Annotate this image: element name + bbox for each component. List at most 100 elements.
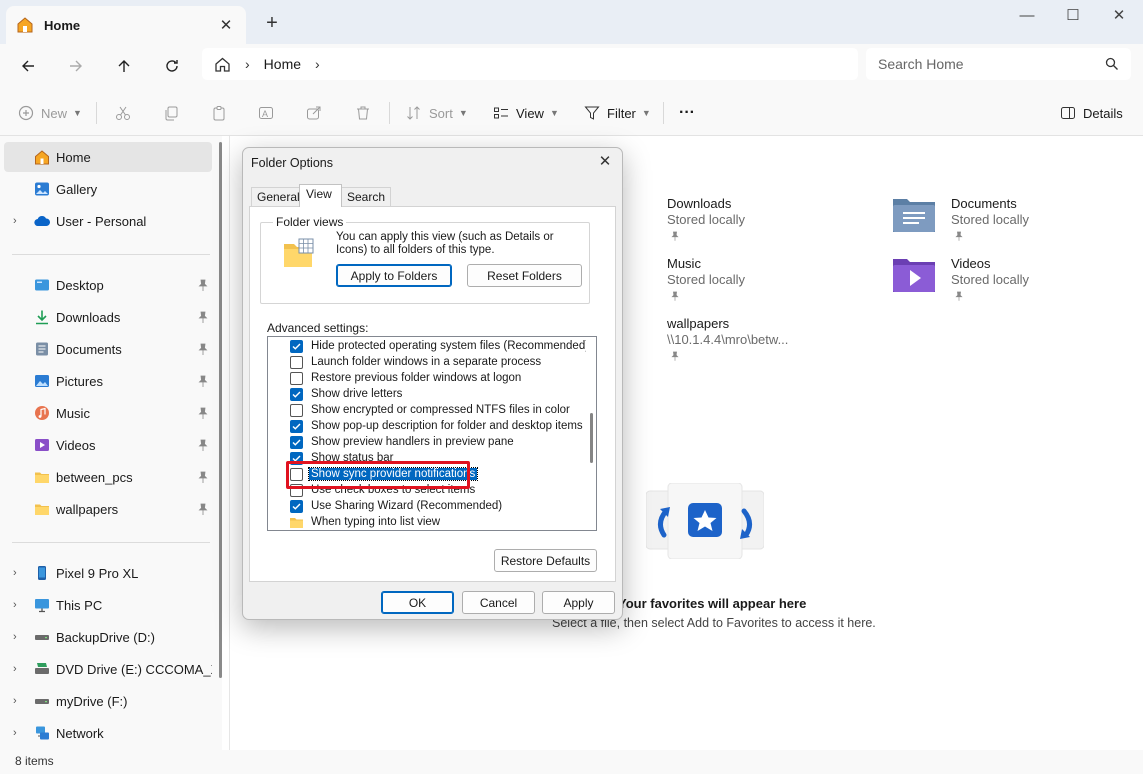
breadcrumb-separator[interactable]: › bbox=[315, 56, 320, 72]
option-use-sharing-wizard[interactable]: Use Sharing Wizard (Recommended) bbox=[290, 498, 504, 514]
maximize-button[interactable]: ☐ bbox=[1050, 6, 1096, 28]
sidebar-item-home[interactable]: Home bbox=[4, 142, 212, 172]
list-scrollbar[interactable] bbox=[586, 337, 597, 530]
sidebar-item-desktop[interactable]: Desktop bbox=[4, 270, 212, 300]
search-input[interactable] bbox=[878, 56, 1105, 72]
tab-general[interactable]: General bbox=[251, 187, 306, 206]
pin-icon[interactable] bbox=[671, 351, 679, 361]
sidebar-item-documents[interactable]: Documents bbox=[4, 334, 212, 364]
pin-icon[interactable] bbox=[198, 439, 208, 451]
pin-icon[interactable] bbox=[198, 311, 208, 323]
checkbox-checked[interactable] bbox=[290, 340, 303, 353]
delete-button[interactable] bbox=[355, 100, 378, 126]
chevron-right-icon[interactable]: › bbox=[13, 215, 17, 227]
up-button[interactable] bbox=[108, 52, 140, 80]
option-hide-protected-files[interactable]: Hide protected operating system files (R… bbox=[290, 338, 591, 354]
checkbox-unchecked[interactable] bbox=[290, 404, 303, 417]
refresh-button[interactable] bbox=[156, 52, 188, 80]
new-button[interactable]: New▼ bbox=[18, 100, 82, 126]
tab-search[interactable]: Search bbox=[341, 187, 391, 206]
view-button[interactable]: View▼ bbox=[493, 100, 559, 126]
details-button[interactable]: Details bbox=[1060, 100, 1123, 126]
checkbox-unchecked[interactable] bbox=[290, 372, 303, 385]
chevron-right-icon[interactable]: › bbox=[13, 695, 17, 707]
scrollbar-thumb[interactable] bbox=[590, 413, 593, 463]
option-show-popup-description[interactable]: Show pop-up description for folder and d… bbox=[290, 418, 585, 434]
sidebar-item-mydrive[interactable]: › myDrive (F:) bbox=[4, 686, 212, 716]
pin-icon[interactable] bbox=[198, 279, 208, 291]
address-bar[interactable]: › Home › bbox=[202, 48, 858, 80]
sidebar-item-downloads[interactable]: Downloads bbox=[4, 302, 212, 332]
sidebar-item-pictures[interactable]: Pictures bbox=[4, 366, 212, 396]
tab-close-icon[interactable]: ✕ bbox=[216, 16, 236, 34]
dialog-close-icon[interactable]: ✕ bbox=[596, 153, 614, 171]
pin-icon[interactable] bbox=[198, 471, 208, 483]
pin-icon[interactable] bbox=[198, 407, 208, 419]
apply-to-folders-button[interactable]: Apply to Folders bbox=[336, 264, 452, 287]
pin-icon[interactable] bbox=[198, 503, 208, 515]
option-when-typing-list-view[interactable]: When typing into list view bbox=[290, 514, 442, 530]
cancel-button[interactable]: Cancel bbox=[462, 591, 535, 614]
drive-icon bbox=[34, 693, 50, 709]
pin-icon[interactable] bbox=[955, 291, 963, 301]
breadcrumb-home[interactable]: Home bbox=[264, 56, 301, 72]
checkbox-checked[interactable] bbox=[290, 500, 303, 513]
pin-icon[interactable] bbox=[198, 375, 208, 387]
pin-icon[interactable] bbox=[198, 343, 208, 355]
tab-view[interactable]: View bbox=[299, 184, 342, 207]
copy-button[interactable] bbox=[163, 100, 186, 126]
option-show-encrypted-color[interactable]: Show encrypted or compressed NTFS files … bbox=[290, 402, 572, 418]
apply-button[interactable]: Apply bbox=[542, 591, 615, 614]
advanced-settings-list[interactable]: Hide protected operating system files (R… bbox=[267, 336, 597, 531]
share-button[interactable] bbox=[306, 100, 329, 126]
rename-button[interactable]: A bbox=[258, 100, 281, 126]
sidebar-item-music[interactable]: Music bbox=[4, 398, 212, 428]
chevron-right-icon[interactable]: › bbox=[13, 727, 17, 739]
sidebar-item-onedrive[interactable]: › User - Personal bbox=[4, 206, 212, 236]
sidebar-item-dvd-drive[interactable]: › DVD Drive (E:) CCCOMA_X64FRE_EN-US_DV9 bbox=[4, 654, 212, 684]
new-tab-button[interactable]: + bbox=[262, 12, 282, 34]
tab-home[interactable]: Home ✕ bbox=[6, 6, 246, 44]
sidebar-item-between-pcs[interactable]: between_pcs bbox=[4, 462, 212, 492]
back-button[interactable] bbox=[12, 52, 44, 80]
minimize-button[interactable]: — bbox=[1004, 6, 1050, 28]
checkbox-checked[interactable] bbox=[290, 420, 303, 433]
option-restore-windows[interactable]: Restore previous folder windows at logon bbox=[290, 370, 523, 386]
chevron-right-icon[interactable]: › bbox=[13, 631, 17, 643]
chevron-right-icon[interactable]: › bbox=[13, 599, 17, 611]
sidebar-item-wallpapers[interactable]: wallpapers bbox=[4, 494, 212, 524]
pin-icon[interactable] bbox=[671, 231, 679, 241]
breadcrumb-separator[interactable]: › bbox=[245, 56, 250, 72]
ok-button[interactable]: OK bbox=[381, 591, 454, 614]
sidebar-item-phone[interactable]: › Pixel 9 Pro XL bbox=[4, 558, 212, 588]
sidebar-item-this-pc[interactable]: › This PC bbox=[4, 590, 212, 620]
option-launch-separate-process[interactable]: Launch folder windows in a separate proc… bbox=[290, 354, 543, 370]
pin-icon[interactable] bbox=[955, 231, 963, 241]
pin-icon[interactable] bbox=[671, 291, 679, 301]
checkbox-unchecked[interactable] bbox=[290, 356, 303, 369]
restore-defaults-button[interactable]: Restore Defaults bbox=[494, 549, 597, 572]
paste-button[interactable] bbox=[211, 100, 234, 126]
filter-label: Filter bbox=[607, 106, 636, 121]
filter-button[interactable]: Filter▼ bbox=[584, 100, 651, 126]
forward-button[interactable] bbox=[60, 52, 92, 80]
sidebar-scrollbar[interactable] bbox=[219, 142, 222, 678]
sidebar-item-label: myDrive (F:) bbox=[56, 694, 212, 709]
chevron-right-icon[interactable]: › bbox=[13, 663, 17, 675]
option-show-preview-handlers[interactable]: Show preview handlers in preview pane bbox=[290, 434, 516, 450]
sidebar-item-gallery[interactable]: Gallery bbox=[4, 174, 212, 204]
search-box[interactable] bbox=[866, 48, 1131, 80]
close-window-button[interactable]: ✕ bbox=[1096, 6, 1142, 28]
sidebar-item-backup-drive[interactable]: › BackupDrive (D:) bbox=[4, 622, 212, 652]
checkbox-checked[interactable] bbox=[290, 436, 303, 449]
option-label: Show drive letters bbox=[309, 388, 404, 400]
sidebar-item-videos[interactable]: Videos bbox=[4, 430, 212, 460]
sidebar-item-network[interactable]: › Network bbox=[4, 718, 212, 748]
checkbox-checked[interactable] bbox=[290, 388, 303, 401]
cut-button[interactable] bbox=[115, 100, 138, 126]
option-show-drive-letters[interactable]: Show drive letters bbox=[290, 386, 404, 402]
reset-folders-button[interactable]: Reset Folders bbox=[467, 264, 582, 287]
chevron-right-icon[interactable]: › bbox=[13, 567, 17, 579]
more-options-button[interactable]: ··· bbox=[679, 100, 695, 126]
sort-button[interactable]: Sort▼ bbox=[406, 100, 468, 126]
